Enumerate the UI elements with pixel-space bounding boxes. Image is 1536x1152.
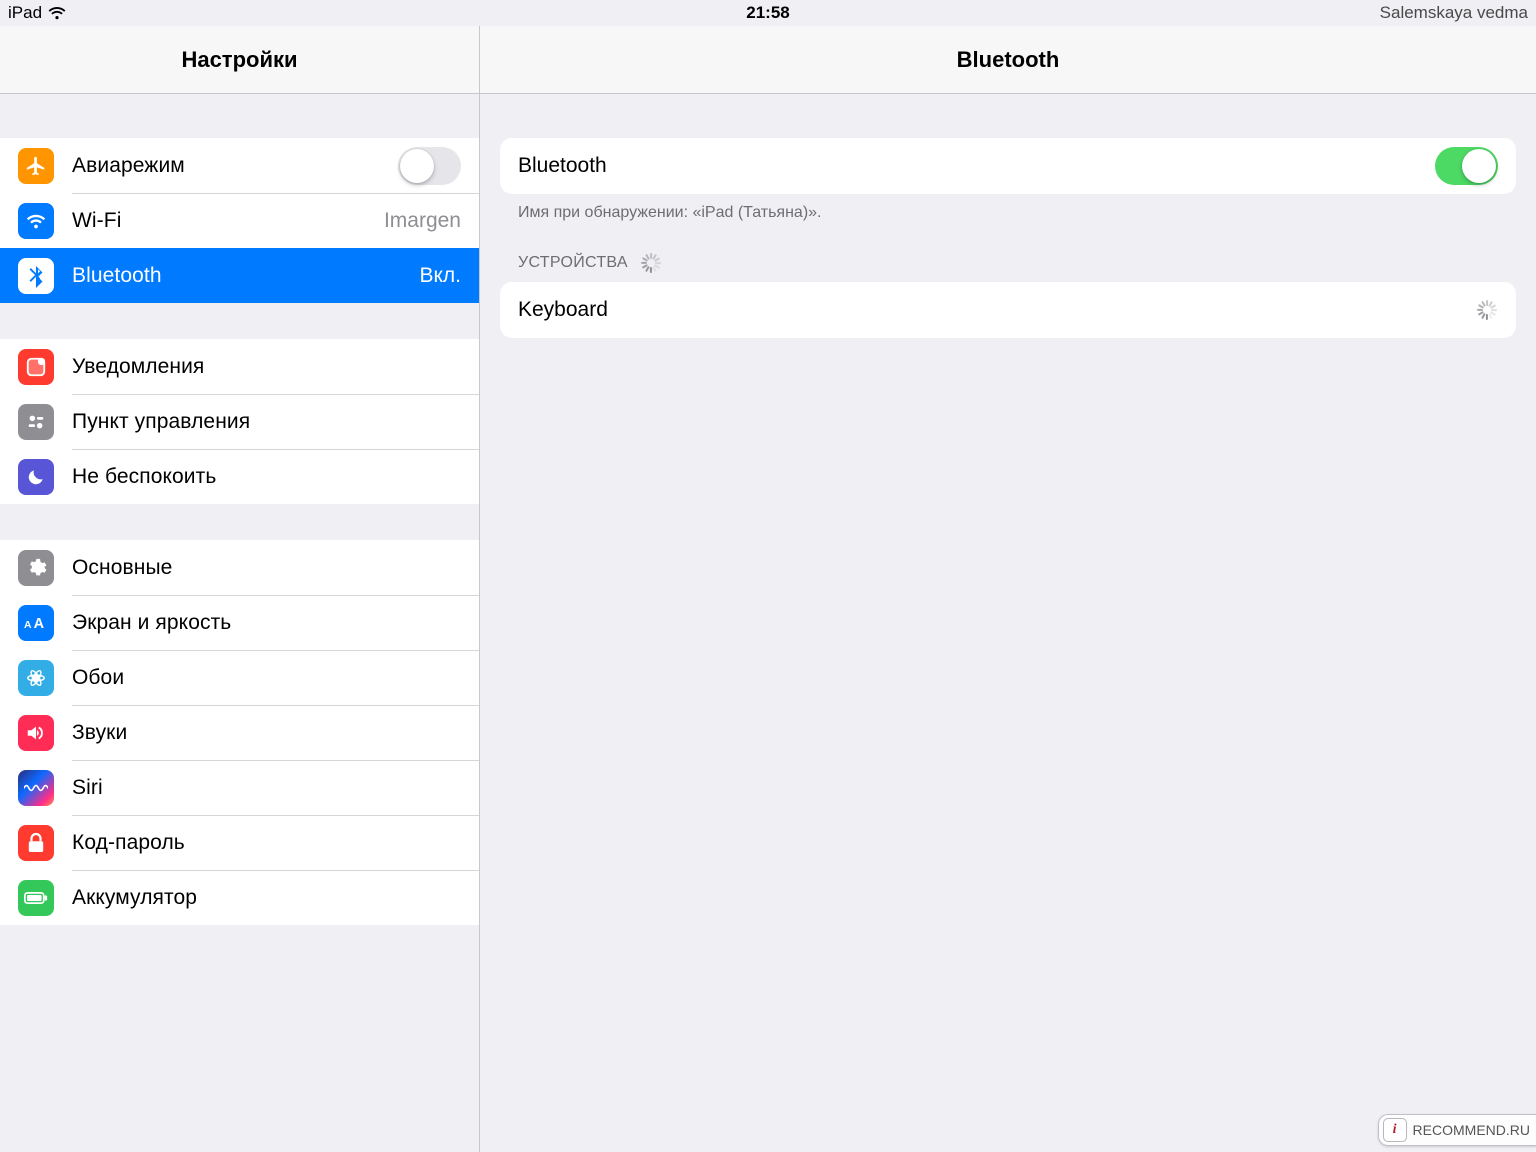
lock-icon (18, 825, 54, 861)
watermark-badge: i (1383, 1118, 1407, 1142)
notifications-icon (18, 349, 54, 385)
sidebar-item-bluetooth[interactable]: Bluetooth Вкл. (0, 248, 479, 303)
wifi-network-value: Imargen (384, 209, 461, 233)
wifi-icon (48, 7, 66, 20)
sidebar-item-sounds[interactable]: Звуки (0, 705, 479, 760)
sidebar-item-label: Основные (72, 556, 461, 580)
spinner-icon (1476, 299, 1498, 321)
siri-icon (18, 770, 54, 806)
sidebar-item-label: Авиарежим (72, 154, 398, 178)
site-watermark: i RECOMMEND.RU (1378, 1114, 1536, 1146)
sidebar-item-label: Уведомления (72, 355, 461, 379)
sidebar-item-label: Обои (72, 666, 461, 690)
bluetooth-toggle-group: Bluetooth (500, 138, 1516, 194)
control-center-icon (18, 404, 54, 440)
gear-icon (18, 550, 54, 586)
settings-sidebar: Настройки Авиарежим Wi-Fi Imargen (0, 26, 480, 1152)
status-bar: iPad 21:58 Salemskaya vedma (0, 0, 1536, 26)
sidebar-item-label: Bluetooth (72, 264, 419, 288)
device-name: Keyboard (518, 298, 1476, 322)
bluetooth-toggle-row[interactable]: Bluetooth (500, 138, 1516, 194)
moon-icon (18, 459, 54, 495)
sidebar-item-label: Экран и яркость (72, 611, 461, 635)
bluetooth-status-value: Вкл. (419, 264, 461, 288)
sidebar-item-wallpaper[interactable]: Обои (0, 650, 479, 705)
bluetooth-toggle-label: Bluetooth (518, 154, 1435, 178)
sidebar-group-alerts: Уведомления Пункт управления Не беспокои… (0, 339, 479, 504)
clock: 21:58 (746, 3, 789, 23)
sidebar-group-connectivity: Авиарежим Wi-Fi Imargen Bluetooth Вкл. (0, 138, 479, 303)
devices-header: УСТРОЙСТВА (500, 222, 1516, 282)
bluetooth-switch[interactable] (1435, 147, 1498, 185)
sidebar-item-label: Siri (72, 776, 461, 800)
detail-title: Bluetooth (957, 47, 1060, 73)
sidebar-item-display[interactable]: AA Экран и яркость (0, 595, 479, 650)
sidebar-item-battery[interactable]: Аккумулятор (0, 870, 479, 925)
sidebar-item-general[interactable]: Основные (0, 540, 479, 595)
sidebar-item-label: Код-пароль (72, 831, 461, 855)
text-size-icon: AA (18, 605, 54, 641)
sidebar-item-label: Звуки (72, 721, 461, 745)
sidebar-item-label: Wi-Fi (72, 209, 384, 233)
sidebar-item-airplane[interactable]: Авиарежим (0, 138, 479, 193)
detail-pane: Bluetooth Bluetooth Имя при обнаружении:… (480, 26, 1536, 1152)
sidebar-item-dnd[interactable]: Не беспокоить (0, 449, 479, 504)
devices-header-label: УСТРОЙСТВА (518, 254, 628, 272)
svg-text:A: A (34, 615, 45, 631)
device-label: iPad (8, 3, 42, 23)
airplane-switch[interactable] (398, 147, 461, 185)
sidebar-item-label: Аккумулятор (72, 886, 461, 910)
battery-icon (18, 880, 54, 916)
wallpaper-icon (18, 660, 54, 696)
sidebar-title: Настройки (181, 47, 297, 73)
device-row-keyboard[interactable]: Keyboard (500, 282, 1516, 338)
sidebar-item-passcode[interactable]: Код-пароль (0, 815, 479, 870)
spinner-icon (640, 252, 662, 274)
speaker-icon (18, 715, 54, 751)
wifi-icon (18, 203, 54, 239)
detail-navbar: Bluetooth (480, 26, 1536, 94)
airplane-icon (18, 148, 54, 184)
svg-text:A: A (24, 619, 32, 630)
sidebar-item-notifications[interactable]: Уведомления (0, 339, 479, 394)
watermark-text: RECOMMEND.RU (1413, 1122, 1530, 1138)
sidebar-item-control-center[interactable]: Пункт управления (0, 394, 479, 449)
sidebar-group-general: Основные AA Экран и яркость Обои Звуки (0, 540, 479, 925)
bluetooth-icon (18, 258, 54, 294)
sidebar-item-label: Пункт управления (72, 410, 461, 434)
user-watermark: Salemskaya vedma (1380, 3, 1528, 23)
sidebar-item-label: Не беспокоить (72, 465, 461, 489)
sidebar-navbar: Настройки (0, 26, 479, 94)
discoverable-note: Имя при обнаружении: «iPad (Татьяна)». (500, 194, 1516, 222)
devices-group: Keyboard (500, 282, 1516, 338)
sidebar-item-wifi[interactable]: Wi-Fi Imargen (0, 193, 479, 248)
sidebar-item-siri[interactable]: Siri (0, 760, 479, 815)
